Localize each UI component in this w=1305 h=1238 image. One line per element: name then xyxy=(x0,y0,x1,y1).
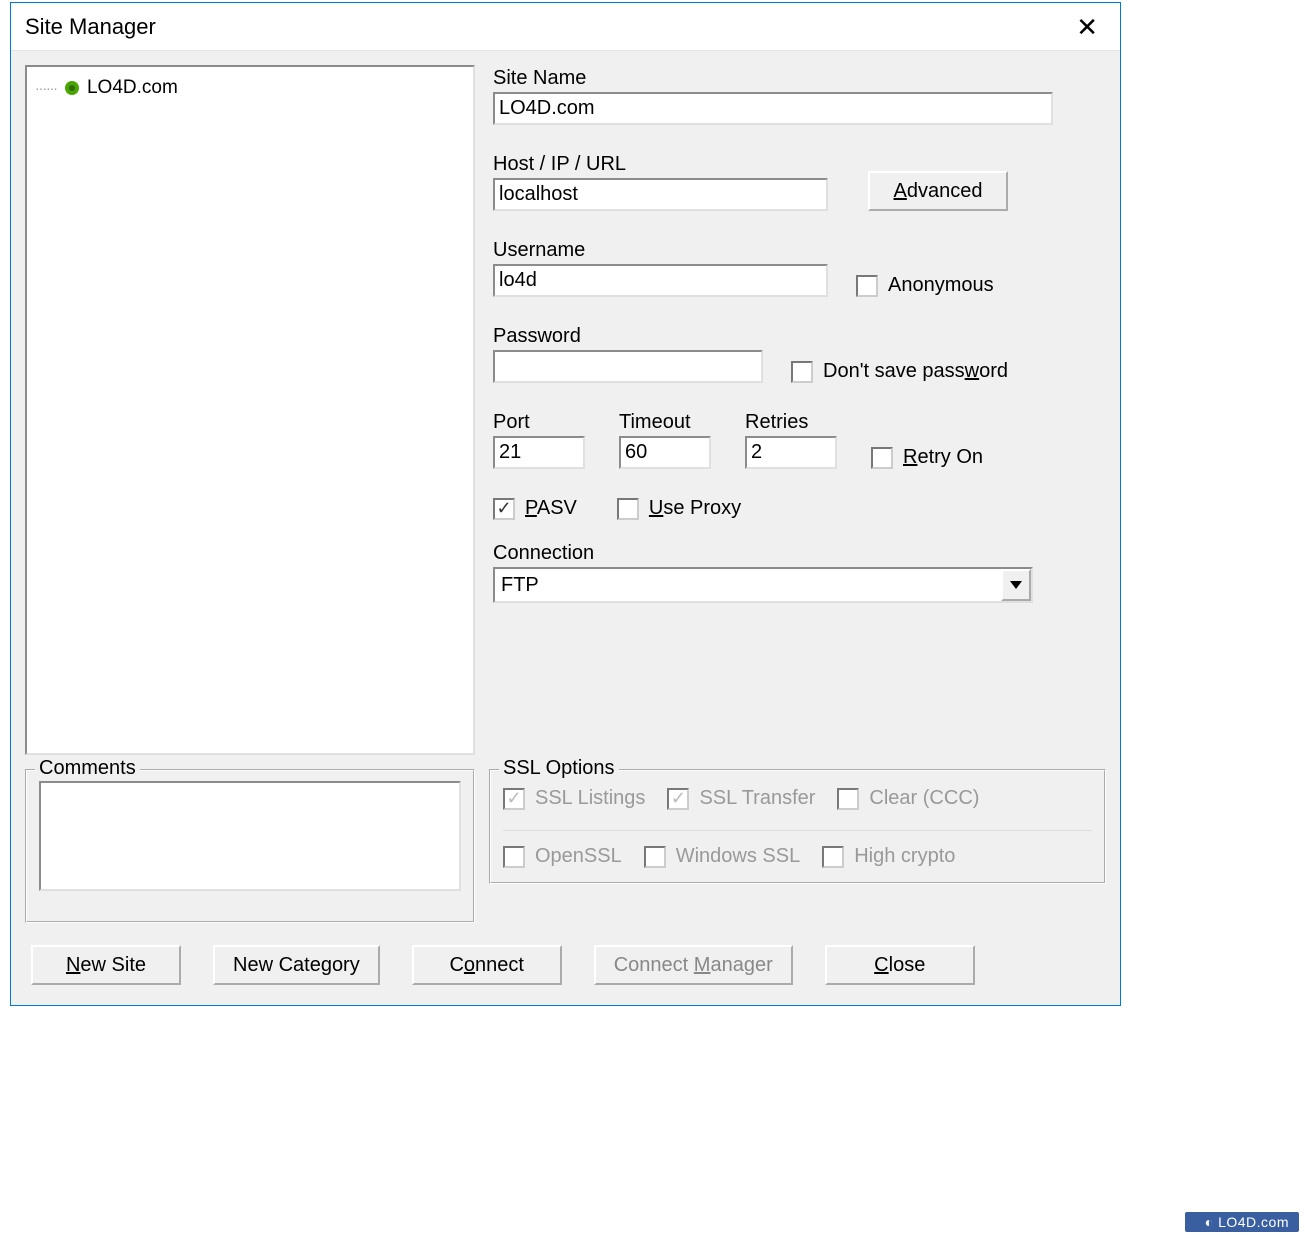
high-crypto-label: High crypto xyxy=(854,845,955,868)
comments-group: Comments xyxy=(25,769,475,923)
anonymous-checkbox[interactable]: Anonymous xyxy=(856,274,994,297)
site-name-label: Site Name xyxy=(493,67,1102,90)
checkbox-icon xyxy=(871,447,893,469)
dont-save-password-checkbox[interactable]: Don't save password xyxy=(791,360,1008,383)
timeout-label: Timeout xyxy=(619,411,711,434)
windows-ssl-label: Windows SSL xyxy=(676,845,801,868)
password-label: Password xyxy=(493,325,763,348)
titlebar[interactable]: Site Manager ✕ xyxy=(11,3,1120,51)
windows-ssl-checkbox: Windows SSL xyxy=(644,845,801,868)
openssl-label: OpenSSL xyxy=(535,845,622,868)
ssl-listings-checkbox: ✓ SSL Listings xyxy=(503,787,645,810)
username-input[interactable] xyxy=(493,264,828,297)
checkbox-icon: ✓ xyxy=(503,788,525,810)
openssl-checkbox: OpenSSL xyxy=(503,845,622,868)
use-proxy-label: Use Proxy xyxy=(649,497,741,520)
connect-manager-button: Connect Manager xyxy=(594,945,793,985)
clear-ccc-checkbox: Clear (CCC) xyxy=(837,787,979,810)
new-site-button[interactable]: New Site xyxy=(31,945,181,985)
advanced-button[interactable]: Advanced xyxy=(868,171,1008,211)
checkbox-icon xyxy=(837,788,859,810)
comments-legend: Comments xyxy=(35,757,140,780)
button-bar: New Site New Category Connect Connect Ma… xyxy=(25,945,1106,991)
form-panel: Site Name Host / IP / URL Advanced Usern… xyxy=(489,65,1106,755)
ssl-listings-label: SSL Listings xyxy=(535,787,645,810)
port-input[interactable] xyxy=(493,436,585,469)
high-crypto-checkbox: High crypto xyxy=(822,845,955,868)
connect-button[interactable]: Connect xyxy=(412,945,562,985)
host-label: Host / IP / URL xyxy=(493,153,828,176)
clear-ccc-label: Clear (CCC) xyxy=(869,787,979,810)
timeout-input[interactable] xyxy=(619,436,711,469)
checkbox-icon xyxy=(791,361,813,383)
connection-value: FTP xyxy=(495,574,1001,597)
window-title: Site Manager xyxy=(25,14,1066,40)
new-category-button[interactable]: New Category xyxy=(213,945,380,985)
retries-label: Retries xyxy=(745,411,837,434)
tree-expander-icon[interactable]: ······ xyxy=(35,80,57,96)
tree-item-label: LO4D.com xyxy=(87,77,178,99)
comments-textarea[interactable] xyxy=(39,781,461,891)
chevron-down-icon[interactable] xyxy=(1001,569,1031,601)
pasv-checkbox[interactable]: ✓ PASV xyxy=(493,497,577,520)
tree-item[interactable]: ······ LO4D.com xyxy=(35,77,465,99)
port-label: Port xyxy=(493,411,585,434)
retry-on-label: Retry On xyxy=(903,446,983,469)
ssl-transfer-label: SSL Transfer xyxy=(699,787,815,810)
watermark: LO4D.com xyxy=(1185,1212,1299,1232)
anonymous-label: Anonymous xyxy=(888,274,994,297)
checkbox-icon xyxy=(617,498,639,520)
checkbox-icon: ✓ xyxy=(667,788,689,810)
client-area: ······ LO4D.com Site Name Host / IP / UR… xyxy=(11,51,1120,1005)
dont-save-password-label: Don't save password xyxy=(823,360,1008,383)
site-icon xyxy=(65,81,79,95)
checkbox-icon: ✓ xyxy=(493,498,515,520)
retries-input[interactable] xyxy=(745,436,837,469)
use-proxy-checkbox[interactable]: Use Proxy xyxy=(617,497,741,520)
password-input[interactable] xyxy=(493,350,763,383)
checkbox-icon xyxy=(822,846,844,868)
checkbox-icon xyxy=(644,846,666,868)
ssl-legend: SSL Options xyxy=(499,757,619,780)
connection-label: Connection xyxy=(493,542,1102,565)
pasv-label: PASV xyxy=(525,497,577,520)
retry-on-checkbox[interactable]: Retry On xyxy=(871,446,983,469)
connection-select[interactable]: FTP xyxy=(493,567,1033,603)
ssl-transfer-checkbox: ✓ SSL Transfer xyxy=(667,787,815,810)
close-icon[interactable]: ✕ xyxy=(1066,14,1108,40)
site-manager-window: Site Manager ✕ ······ LO4D.com Site Name… xyxy=(10,2,1121,1006)
checkbox-icon xyxy=(503,846,525,868)
ssl-options-group: SSL Options ✓ SSL Listings ✓ SSL Transfe… xyxy=(489,769,1106,884)
host-input[interactable] xyxy=(493,178,828,211)
site-tree[interactable]: ······ LO4D.com xyxy=(25,65,475,755)
site-name-input[interactable] xyxy=(493,92,1053,125)
checkbox-icon xyxy=(856,275,878,297)
close-button[interactable]: Close xyxy=(825,945,975,985)
username-label: Username xyxy=(493,239,828,262)
